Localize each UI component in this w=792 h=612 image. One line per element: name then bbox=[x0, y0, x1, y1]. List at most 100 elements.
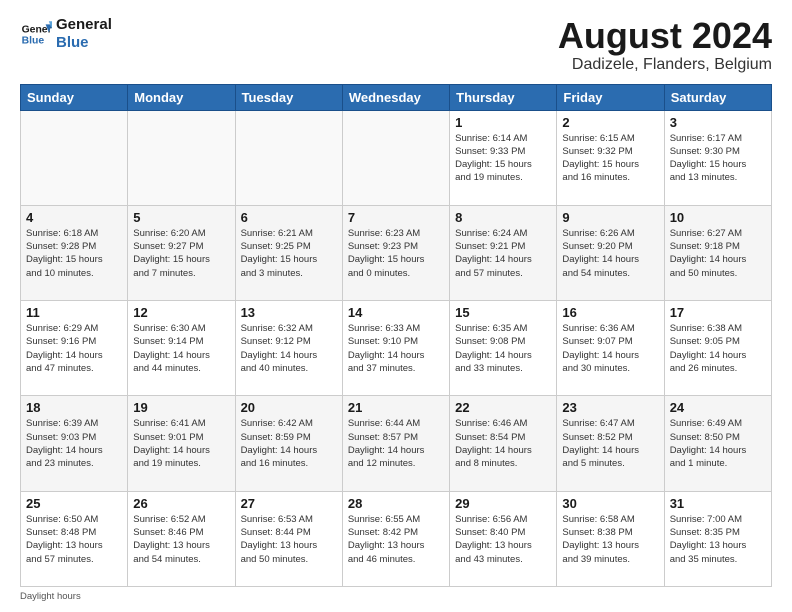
calendar-week-3: 11 Sunrise: 6:29 AM Sunset: 9:16 PM Dayli… bbox=[21, 301, 772, 396]
day-info: Sunrise: 6:35 AM Sunset: 9:08 PM Dayligh… bbox=[455, 322, 551, 375]
calendar-cell bbox=[128, 110, 235, 205]
day-info: Sunrise: 6:20 AM Sunset: 9:27 PM Dayligh… bbox=[133, 227, 229, 280]
day-number: 6 bbox=[241, 210, 337, 225]
calendar-week-2: 4 Sunrise: 6:18 AM Sunset: 9:28 PM Daylig… bbox=[21, 205, 772, 300]
calendar-cell: 9 Sunrise: 6:26 AM Sunset: 9:20 PM Daylig… bbox=[557, 205, 664, 300]
svg-text:Blue: Blue bbox=[22, 36, 45, 47]
day-number: 11 bbox=[26, 305, 122, 320]
calendar-cell: 18Sunrise: 6:39 AM Sunset: 9:03 PM Dayli… bbox=[21, 396, 128, 491]
logo-general: General bbox=[56, 16, 112, 34]
day-info: Sunrise: 6:15 AM Sunset: 9:32 PM Dayligh… bbox=[562, 132, 658, 185]
day-number: 28 bbox=[348, 496, 444, 511]
day-info: Sunrise: 6:53 AM Sunset: 8:44 PM Dayligh… bbox=[241, 513, 337, 566]
day-info: Sunrise: 6:46 AM Sunset: 8:54 PM Dayligh… bbox=[455, 417, 551, 470]
weekday-header-monday: Monday bbox=[128, 84, 235, 110]
day-number: 9 bbox=[562, 210, 658, 225]
day-number: 16 bbox=[562, 305, 658, 320]
calendar-cell: 6Sunrise: 6:21 AM Sunset: 9:25 PM Daylig… bbox=[235, 205, 342, 300]
day-info: Sunrise: 6:23 AM Sunset: 9:23 PM Dayligh… bbox=[348, 227, 444, 280]
day-number: 23 bbox=[562, 400, 658, 415]
calendar-cell: 23Sunrise: 6:47 AM Sunset: 8:52 PM Dayli… bbox=[557, 396, 664, 491]
weekday-header-row: SundayMondayTuesdayWednesdayThursdayFrid… bbox=[21, 84, 772, 110]
day-number: 10 bbox=[670, 210, 766, 225]
calendar-cell: 30Sunrise: 6:58 AM Sunset: 8:38 PM Dayli… bbox=[557, 491, 664, 586]
day-number: 14 bbox=[348, 305, 444, 320]
calendar-week-4: 18Sunrise: 6:39 AM Sunset: 9:03 PM Dayli… bbox=[21, 396, 772, 491]
calendar-cell: 16 Sunrise: 6:36 AM Sunset: 9:07 PM Dayli… bbox=[557, 301, 664, 396]
day-number: 27 bbox=[241, 496, 337, 511]
weekday-header-wednesday: Wednesday bbox=[342, 84, 449, 110]
calendar-cell: 25Sunrise: 6:50 AM Sunset: 8:48 PM Dayli… bbox=[21, 491, 128, 586]
calendar-cell: 12Sunrise: 6:30 AM Sunset: 9:14 PM Dayli… bbox=[128, 301, 235, 396]
calendar-cell: 21Sunrise: 6:44 AM Sunset: 8:57 PM Dayli… bbox=[342, 396, 449, 491]
day-number: 29 bbox=[455, 496, 551, 511]
day-number: 20 bbox=[241, 400, 337, 415]
day-info: Sunrise: 6:56 AM Sunset: 8:40 PM Dayligh… bbox=[455, 513, 551, 566]
day-info: Sunrise: 6:33 AM Sunset: 9:10 PM Dayligh… bbox=[348, 322, 444, 375]
logo: General Blue General Blue bbox=[20, 16, 112, 52]
day-number: 19 bbox=[133, 400, 229, 415]
calendar-cell: 3Sunrise: 6:17 AM Sunset: 9:30 PM Daylig… bbox=[664, 110, 771, 205]
calendar-cell: 7Sunrise: 6:23 AM Sunset: 9:23 PM Daylig… bbox=[342, 205, 449, 300]
calendar-cell: 11 Sunrise: 6:29 AM Sunset: 9:16 PM Dayli… bbox=[21, 301, 128, 396]
calendar-cell: 22 Sunrise: 6:46 AM Sunset: 8:54 PM Dayli… bbox=[450, 396, 557, 491]
calendar-cell: 26Sunrise: 6:52 AM Sunset: 8:46 PM Dayli… bbox=[128, 491, 235, 586]
day-number: 8 bbox=[455, 210, 551, 225]
title-block: August 2024 Dadizele, Flanders, Belgium bbox=[558, 16, 772, 74]
day-info: Sunrise: 6:38 AM Sunset: 9:05 PM Dayligh… bbox=[670, 322, 766, 375]
weekday-header-friday: Friday bbox=[557, 84, 664, 110]
calendar-cell: 14 Sunrise: 6:33 AM Sunset: 9:10 PM Dayli… bbox=[342, 301, 449, 396]
day-number: 24 bbox=[670, 400, 766, 415]
day-number: 25 bbox=[26, 496, 122, 511]
day-number: 3 bbox=[670, 115, 766, 130]
day-info: Sunrise: 6:36 AM Sunset: 9:07 PM Dayligh… bbox=[562, 322, 658, 375]
day-info: Sunrise: 6:29 AM Sunset: 9:16 PM Dayligh… bbox=[26, 322, 122, 375]
day-info: Sunrise: 6:49 AM Sunset: 8:50 PM Dayligh… bbox=[670, 417, 766, 470]
calendar-week-1: 1Sunrise: 6:14 AM Sunset: 9:33 PM Daylig… bbox=[21, 110, 772, 205]
calendar-cell bbox=[235, 110, 342, 205]
day-info: Sunrise: 7:00 AM Sunset: 8:35 PM Dayligh… bbox=[670, 513, 766, 566]
calendar-cell: 19 Sunrise: 6:41 AM Sunset: 9:01 PM Dayli… bbox=[128, 396, 235, 491]
day-number: 15 bbox=[455, 305, 551, 320]
day-number: 31 bbox=[670, 496, 766, 511]
calendar-cell: 2Sunrise: 6:15 AM Sunset: 9:32 PM Daylig… bbox=[557, 110, 664, 205]
day-number: 13 bbox=[241, 305, 337, 320]
calendar-cell: 10Sunrise: 6:27 AM Sunset: 9:18 PM Dayli… bbox=[664, 205, 771, 300]
main-title: August 2024 bbox=[558, 16, 772, 56]
calendar-cell: 8 Sunrise: 6:24 AM Sunset: 9:21 PM Daylig… bbox=[450, 205, 557, 300]
subtitle: Dadizele, Flanders, Belgium bbox=[558, 56, 772, 74]
header: General Blue General Blue August 2024 Da… bbox=[20, 16, 772, 74]
calendar-cell: 13 Sunrise: 6:32 AM Sunset: 9:12 PM Dayli… bbox=[235, 301, 342, 396]
calendar-cell: 17 Sunrise: 6:38 AM Sunset: 9:05 PM Dayli… bbox=[664, 301, 771, 396]
day-info: Sunrise: 6:41 AM Sunset: 9:01 PM Dayligh… bbox=[133, 417, 229, 470]
day-info: Sunrise: 6:18 AM Sunset: 9:28 PM Dayligh… bbox=[26, 227, 122, 280]
calendar-cell: 31 Sunrise: 7:00 AM Sunset: 8:35 PM Dayli… bbox=[664, 491, 771, 586]
day-info: Sunrise: 6:39 AM Sunset: 9:03 PM Dayligh… bbox=[26, 417, 122, 470]
footer-note: Daylight hours bbox=[20, 591, 772, 602]
calendar-cell bbox=[21, 110, 128, 205]
day-info: Sunrise: 6:55 AM Sunset: 8:42 PM Dayligh… bbox=[348, 513, 444, 566]
day-number: 5 bbox=[133, 210, 229, 225]
logo-icon: General Blue bbox=[20, 18, 52, 50]
day-number: 12 bbox=[133, 305, 229, 320]
weekday-header-sunday: Sunday bbox=[21, 84, 128, 110]
day-info: Sunrise: 6:32 AM Sunset: 9:12 PM Dayligh… bbox=[241, 322, 337, 375]
weekday-header-thursday: Thursday bbox=[450, 84, 557, 110]
day-number: 17 bbox=[670, 305, 766, 320]
calendar-cell bbox=[342, 110, 449, 205]
day-number: 30 bbox=[562, 496, 658, 511]
day-info: Sunrise: 6:26 AM Sunset: 9:20 PM Dayligh… bbox=[562, 227, 658, 280]
calendar-cell: 29 Sunrise: 6:56 AM Sunset: 8:40 PM Dayli… bbox=[450, 491, 557, 586]
logo-blue: Blue bbox=[56, 34, 112, 52]
calendar-week-5: 25Sunrise: 6:50 AM Sunset: 8:48 PM Dayli… bbox=[21, 491, 772, 586]
calendar-cell: 20Sunrise: 6:42 AM Sunset: 8:59 PM Dayli… bbox=[235, 396, 342, 491]
day-number: 22 bbox=[455, 400, 551, 415]
calendar-cell: 5 Sunrise: 6:20 AM Sunset: 9:27 PM Daylig… bbox=[128, 205, 235, 300]
day-info: Sunrise: 6:24 AM Sunset: 9:21 PM Dayligh… bbox=[455, 227, 551, 280]
calendar-cell: 28 Sunrise: 6:55 AM Sunset: 8:42 PM Dayli… bbox=[342, 491, 449, 586]
day-number: 4 bbox=[26, 210, 122, 225]
day-info: Sunrise: 6:14 AM Sunset: 9:33 PM Dayligh… bbox=[455, 132, 551, 185]
calendar-cell: 1Sunrise: 6:14 AM Sunset: 9:33 PM Daylig… bbox=[450, 110, 557, 205]
weekday-header-tuesday: Tuesday bbox=[235, 84, 342, 110]
calendar-cell: 27 Sunrise: 6:53 AM Sunset: 8:44 PM Dayli… bbox=[235, 491, 342, 586]
